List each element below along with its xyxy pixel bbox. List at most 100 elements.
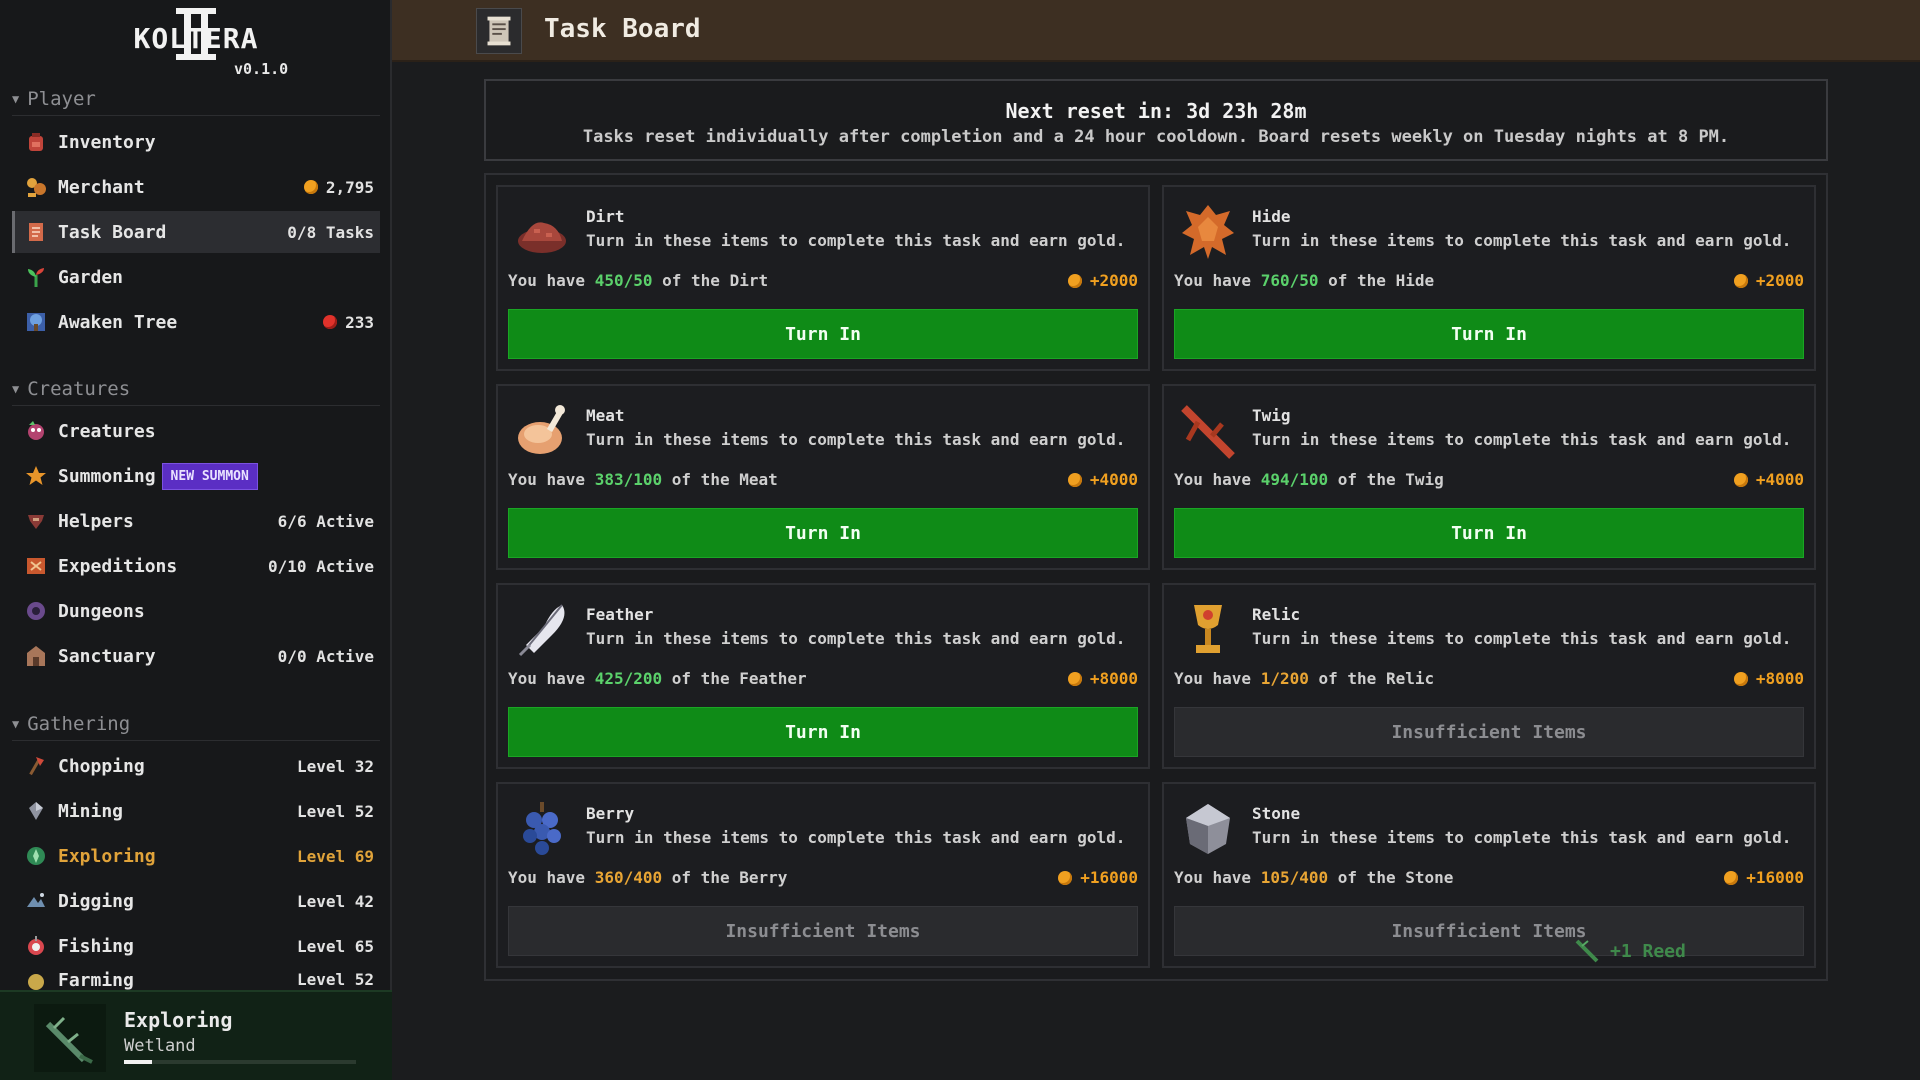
reed-icon [1575, 939, 1599, 963]
sidebar-item-summoning[interactable]: Summoning NEW SUMMON [12, 455, 380, 497]
sprout-icon [28, 268, 44, 287]
task-name: Berry [586, 804, 635, 823]
task-card-dirt: Dirt Turn in these items to complete thi… [496, 185, 1150, 371]
sidebar-item-label: Creatures [58, 420, 156, 442]
fish-icon [28, 936, 44, 955]
reward-value: +4000 [1755, 470, 1804, 489]
gold-coin-icon [1067, 273, 1082, 288]
sidebar-item-fishing[interactable]: Fishing Level 65 [12, 925, 380, 967]
chopping-level: Level 32 [296, 756, 374, 776]
task-reward: +16000 [1724, 868, 1804, 887]
relic-chalice-icon [1194, 605, 1222, 653]
progress-suffix: of the Meat [671, 470, 778, 489]
task-reward: +16000 [1058, 868, 1138, 887]
sidebar-item-label: Fishing [58, 935, 134, 957]
task-reward: +2000 [1733, 271, 1804, 290]
insufficient-items-button[interactable]: Insufficient Items [1174, 906, 1804, 956]
task-progress: You have 360/400 of the Berry [508, 868, 787, 887]
sidebar-item-chopping[interactable]: Chopping Level 32 [12, 745, 380, 787]
star-icon [26, 466, 46, 485]
sidebar-item-merchant[interactable]: Merchant 2,795 [12, 166, 380, 208]
task-description: Turn in these items to complete this tas… [1252, 430, 1792, 449]
gold-coin-icon [1724, 870, 1739, 885]
section-title: Creatures [27, 378, 131, 400]
task-reward: +8000 [1067, 669, 1138, 688]
sidebar-item-awaken-tree[interactable]: Awaken Tree 233 [12, 301, 380, 343]
sidebar-item-dungeons[interactable]: Dungeons [12, 590, 380, 632]
task-description: Turn in these items to complete this tas… [586, 430, 1126, 449]
task-progress: You have 425/200 of the Feather [508, 669, 807, 688]
sidebar-item-inventory[interactable]: Inventory [12, 121, 380, 163]
sidebar-item-mining[interactable]: Mining Level 52 [12, 790, 380, 832]
pickaxe-icon [29, 802, 43, 820]
turn-in-button[interactable]: Turn In [1174, 309, 1804, 359]
turn-in-button[interactable]: Turn In [1174, 508, 1804, 558]
sidebar-item-task-board[interactable]: Task Board 0/8 Tasks [12, 211, 380, 253]
task-grid: Dirt Turn in these items to complete thi… [484, 173, 1828, 981]
reset-description: Tasks reset individually after completio… [582, 127, 1730, 147]
sidebar-item-label: Exploring [58, 845, 156, 867]
merchant-icon [27, 178, 46, 197]
turn-in-button[interactable]: Turn In [508, 508, 1138, 558]
reward-value: +2000 [1089, 271, 1138, 290]
task-name: Meat [586, 406, 625, 425]
progress-count: 360/400 [594, 868, 663, 887]
insufficient-items-button[interactable]: Insufficient Items [508, 906, 1138, 956]
axe-icon [29, 757, 44, 776]
section-title: Player [27, 88, 96, 110]
digging-level: Level 42 [296, 891, 374, 911]
sidebar-item-label: Chopping [58, 755, 145, 777]
app-logo-text: KOLTERA [133, 22, 259, 55]
tree-icon [27, 313, 45, 331]
activity-title: Exploring [124, 1008, 233, 1032]
activity-progress-fill [124, 1060, 152, 1064]
section-gathering[interactable]: ▼ Gathering [12, 713, 380, 741]
essence-value: 233 [345, 312, 374, 332]
task-description: Turn in these items to complete this tas… [586, 231, 1126, 250]
sidebar-item-helpers[interactable]: Helpers 6/6 Active [12, 500, 380, 542]
sidebar-item-sanctuary[interactable]: Sanctuary 0/0 Active [12, 635, 380, 677]
section-player[interactable]: ▼ Player [12, 88, 380, 116]
task-reward: +8000 [1733, 669, 1804, 688]
sidebar-item-exploring[interactable]: Exploring Level 69 [12, 835, 380, 877]
sidebar-item-creatures[interactable]: Creatures [12, 410, 380, 452]
progress-count: 760/50 [1260, 271, 1319, 290]
sidebar-item-label: Mining [58, 800, 124, 822]
progress-prefix: You have [1174, 868, 1252, 887]
task-name: Relic [1252, 605, 1301, 624]
progress-count: 450/50 [594, 271, 653, 290]
progress-count: 383/100 [594, 470, 663, 489]
sidebar-item-digging[interactable]: Digging Level 42 [12, 880, 380, 922]
task-name: Hide [1252, 207, 1291, 226]
progress-prefix: You have [508, 868, 586, 887]
task-card-hide: Hide Turn in these items to complete thi… [1162, 185, 1816, 371]
turn-in-button[interactable]: Turn In [508, 707, 1138, 757]
stone-icon [1186, 804, 1230, 854]
essence-orb-icon [323, 315, 338, 329]
current-activity-panel[interactable]: Exploring Wetland [0, 990, 392, 1080]
gold-coin-icon [303, 180, 318, 194]
backpack-icon [29, 133, 43, 151]
dirt-icon [518, 222, 566, 253]
mining-level: Level 52 [296, 801, 374, 821]
sidebar-item-farming[interactable]: Farming Level 52 [12, 970, 380, 990]
progress-suffix: of the Hide [1328, 271, 1435, 290]
turn-in-button[interactable]: Turn In [508, 309, 1138, 359]
progress-suffix: of the Feather [671, 669, 807, 688]
task-card-stone: Stone Turn in these items to complete th… [1162, 782, 1816, 968]
task-card-meat: Meat Turn in these items to complete thi… [496, 384, 1150, 570]
scroll-icon [476, 8, 522, 54]
sidebar-item-garden[interactable]: Garden [12, 256, 380, 298]
sidebar-item-label: Sanctuary [58, 645, 156, 667]
progress-count: 105/400 [1260, 868, 1329, 887]
section-creatures[interactable]: ▼ Creatures [12, 378, 380, 406]
creature-icon [28, 421, 44, 440]
sidebar-item-expeditions[interactable]: Expeditions 0/10 Active [12, 545, 380, 587]
task-description: Turn in these items to complete this tas… [1252, 828, 1792, 847]
progress-prefix: You have [1174, 271, 1252, 290]
sidebar-item-label: Awaken Tree [58, 311, 178, 333]
gold-coin-icon [1733, 472, 1748, 487]
insufficient-items-button[interactable]: Insufficient Items [1174, 707, 1804, 757]
sidebar-item-label: Helpers [58, 510, 134, 532]
task-progress: You have 105/400 of the Stone [1174, 868, 1453, 887]
